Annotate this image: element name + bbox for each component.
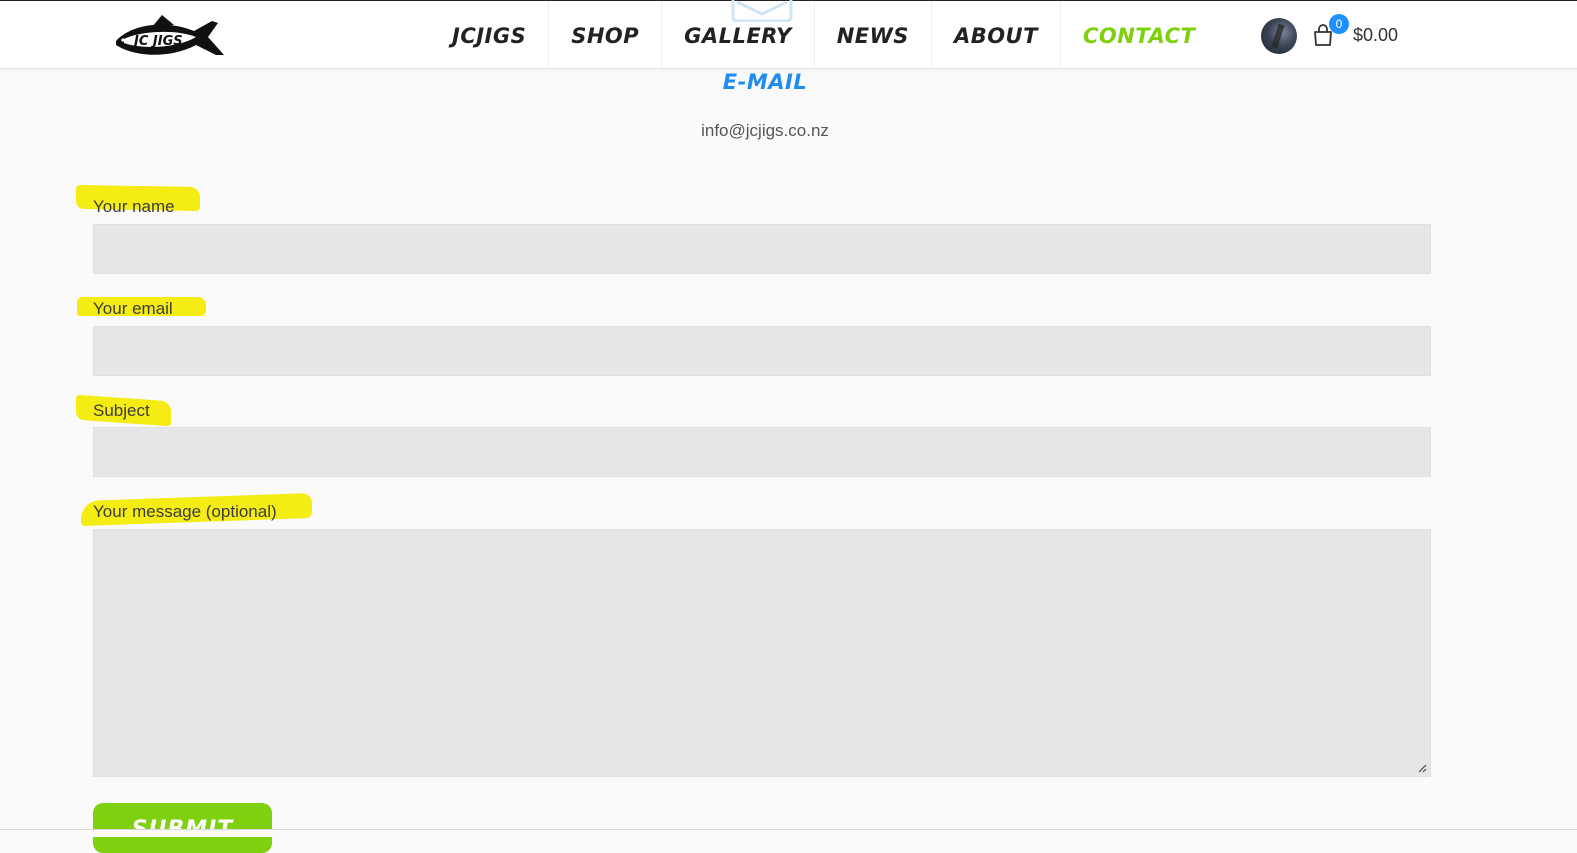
message-textarea[interactable]	[93, 529, 1431, 777]
envelope-icon	[731, 0, 793, 23]
email-heading: E-MAIL	[722, 70, 808, 94]
cart-count-badge: 0	[1329, 14, 1349, 34]
name-input[interactable]	[93, 224, 1431, 274]
nav-item-news[interactable]: NEWS	[815, 1, 932, 70]
nav-item-contact[interactable]: CONTACT	[1061, 1, 1217, 70]
jcjigs-logo[interactable]: JC JIGS	[112, 15, 228, 59]
nav-item-about[interactable]: ABOUT	[932, 1, 1061, 70]
nav-item-shop[interactable]: SHOP	[549, 1, 663, 70]
email-label: Your email	[93, 299, 173, 318]
email-input[interactable]	[93, 326, 1431, 376]
message-label: Your message (optional)	[93, 502, 277, 521]
contact-email-link[interactable]: info@jcjigs.co.nz	[0, 121, 1530, 141]
name-label: Your name	[93, 197, 175, 216]
submit-button[interactable]: SUBMIT	[93, 803, 272, 853]
viewport-bottom-edge	[0, 829, 1577, 837]
subject-label: Subject	[93, 401, 150, 420]
main-nav: JCJIGS SHOP GALLERY NEWS ABOUT CONTACT	[430, 1, 1217, 70]
svg-text:JC JIGS: JC JIGS	[131, 34, 183, 49]
cart-total[interactable]: $0.00	[1353, 25, 1398, 46]
user-avatar[interactable]	[1261, 18, 1297, 54]
subject-input[interactable]	[93, 427, 1431, 477]
nav-item-jcjigs[interactable]: JCJIGS	[430, 1, 550, 70]
resize-handle-icon[interactable]	[1417, 763, 1427, 773]
fish-logo-icon: JC JIGS	[116, 15, 224, 55]
